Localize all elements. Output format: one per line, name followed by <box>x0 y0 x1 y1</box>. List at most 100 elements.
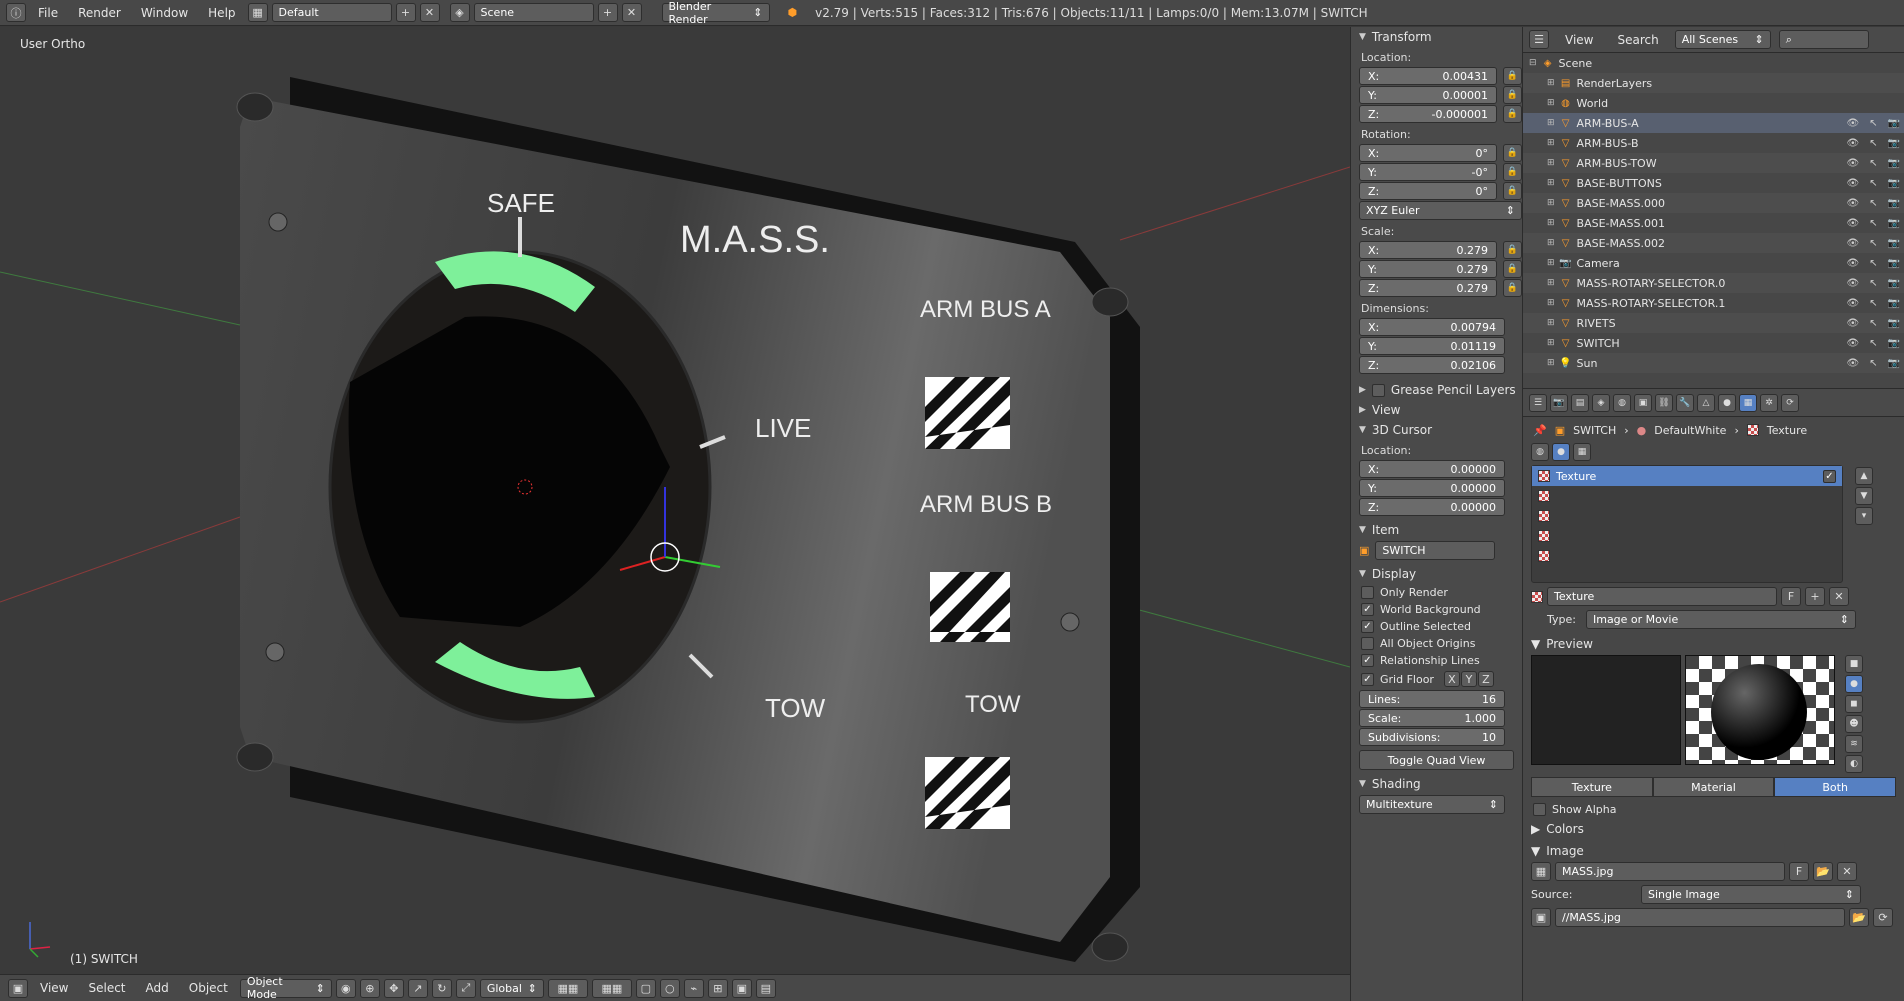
outliner-row[interactable]: ⊞ ▽ SWITCH 👁 ↖ 📷 <box>1523 333 1904 353</box>
lock-icon[interactable]: 🔒 <box>1503 86 1522 104</box>
expand-icon[interactable]: ⊞ <box>1547 78 1555 88</box>
visibility-eye-icon[interactable]: 👁 <box>1846 158 1859 169</box>
render-camera-icon[interactable]: 📷 <box>1888 278 1900 289</box>
translate-icon[interactable]: ↗ <box>407 978 428 998</box>
pack-icon[interactable]: ▣ <box>1531 908 1551 927</box>
render-tab-icon[interactable]: 📷 <box>1550 393 1568 412</box>
checkbox[interactable] <box>1533 803 1546 816</box>
texture-slot-1[interactable]: Texture ✓ <box>1532 466 1842 486</box>
expand-icon[interactable]: ⊞ <box>1547 238 1555 248</box>
texture-tab-icon[interactable]: ▦ <box>1739 393 1757 412</box>
panel-grease-pencil-header[interactable]: ▶ Grease Pencil Layers <box>1351 380 1522 400</box>
material-texture-icon[interactable]: ● <box>1552 443 1570 461</box>
object-tab-icon[interactable]: ▣ <box>1634 393 1652 412</box>
snap-icon[interactable]: ⌁ <box>683 978 704 998</box>
render-camera-icon[interactable]: 📷 <box>1888 298 1900 309</box>
image-source-select[interactable]: Single Image ⇕ <box>1641 885 1861 904</box>
scale-x-field[interactable]: X: 0.279 <box>1359 241 1497 259</box>
expand-icon[interactable]: ⊞ <box>1547 138 1555 148</box>
expand-icon[interactable]: ⊞ <box>1547 98 1555 108</box>
cursor-y-field[interactable]: Y: 0.00000 <box>1359 479 1505 497</box>
world-texture-icon[interactable]: ◍ <box>1531 443 1549 461</box>
3d-viewport[interactable]: SAFE M.A.S.S. LIVE TOW ARM BUS A ARM BUS… <box>0 27 1350 974</box>
select-arrow-icon[interactable]: ↖ <box>1869 338 1877 349</box>
preview-mode-material[interactable]: Material <box>1652 777 1775 797</box>
preview-sphere-icon[interactable]: ● <box>1845 675 1863 693</box>
check-grid-floor[interactable]: ✓ Grid Floor X Y Z <box>1351 669 1522 689</box>
layout-icon[interactable]: ▦ <box>247 3 268 22</box>
preview-mode-texture[interactable]: Texture <box>1531 777 1653 797</box>
render-icon[interactable]: ▣ <box>731 978 752 998</box>
location-z-field[interactable]: Z: -0.000001 <box>1359 105 1497 123</box>
layers-tab-icon[interactable]: ▤ <box>1571 393 1589 412</box>
rotation-y-field[interactable]: Y: -0° <box>1359 163 1497 181</box>
visibility-eye-icon[interactable]: 👁 <box>1846 218 1859 229</box>
render-camera-icon[interactable]: 📷 <box>1888 198 1900 209</box>
image-path-field[interactable]: //MASS.jpg <box>1555 908 1845 927</box>
visibility-eye-icon[interactable]: 👁 <box>1846 178 1859 189</box>
select-arrow-icon[interactable]: ↖ <box>1869 198 1877 209</box>
preview-flat-icon[interactable]: ■ <box>1845 655 1863 673</box>
world-tab-icon[interactable]: ◍ <box>1613 393 1631 412</box>
select-arrow-icon[interactable]: ↖ <box>1869 298 1877 309</box>
outliner-menu-view[interactable]: View <box>1557 33 1601 47</box>
physics-tab-icon[interactable]: ⟳ <box>1781 393 1799 412</box>
expand-icon[interactable]: ⊟ <box>1529 58 1537 68</box>
expand-icon[interactable]: ⊞ <box>1547 258 1555 268</box>
select-arrow-icon[interactable]: ↖ <box>1869 178 1877 189</box>
outliner-row[interactable]: ⊞ ◍ World <box>1523 93 1904 113</box>
outliner-search-input[interactable]: ⌕ <box>1778 30 1869 49</box>
layers-grid-icon[interactable]: ▦▦ <box>547 978 588 998</box>
grid-axis-y-toggle[interactable]: Y <box>1460 671 1477 687</box>
panel-view-header[interactable]: ▶ View <box>1351 400 1522 420</box>
grid-axis-z-toggle[interactable]: Z <box>1477 671 1494 687</box>
manipulator-toggle-icon[interactable]: ✥ <box>383 978 404 998</box>
expand-icon[interactable]: ⊞ <box>1547 278 1555 288</box>
image-name-field[interactable]: MASS.jpg <box>1555 862 1785 881</box>
panel-3d-cursor-header[interactable]: ▼ 3D Cursor <box>1351 420 1522 440</box>
dim-y-field[interactable]: Y: 0.01119 <box>1359 337 1505 355</box>
visibility-eye-icon[interactable]: 👁 <box>1846 138 1859 149</box>
colors-panel-header[interactable]: ▶ Colors <box>1523 818 1904 840</box>
texture-slot-2[interactable] <box>1532 486 1842 506</box>
scale-icon[interactable]: ⤢ <box>455 978 476 998</box>
outliner-row[interactable]: ⊞ ▽ ARM-BUS-B 👁 ↖ 📷 <box>1523 133 1904 153</box>
lock-icon[interactable]: 🔒 <box>1503 67 1522 85</box>
render-camera-icon[interactable]: 📷 <box>1888 138 1900 149</box>
grid-scale-field[interactable]: Scale: 1.000 <box>1359 709 1505 727</box>
visibility-eye-icon[interactable]: 👁 <box>1846 278 1859 289</box>
check-world-background[interactable]: ✓ World Background <box>1351 601 1522 618</box>
check-outline-selected[interactable]: ✓ Outline Selected <box>1351 618 1522 635</box>
panel-transform-header[interactable]: ▼ Transform <box>1351 27 1522 47</box>
check-show-alpha[interactable]: Show Alpha <box>1523 801 1904 818</box>
visibility-eye-icon[interactable]: 👁 <box>1846 198 1859 209</box>
render-engine-select[interactable]: Blender Render ⇕ <box>661 0 770 26</box>
outliner-row[interactable]: ⊞ 💡 Sun 👁 ↖ 📷 <box>1523 353 1904 373</box>
preview-mode-both[interactable]: Both <box>1774 777 1897 797</box>
checkbox[interactable] <box>1361 586 1374 599</box>
visibility-eye-icon[interactable]: 👁 <box>1846 318 1859 329</box>
render-camera-icon[interactable]: 📷 <box>1888 178 1900 189</box>
select-arrow-icon[interactable]: ↖ <box>1869 278 1877 289</box>
checkbox-checked[interactable]: ✓ <box>1361 620 1374 633</box>
menu-file[interactable]: File <box>30 6 66 20</box>
checkbox-checked[interactable]: ✓ <box>1823 469 1836 483</box>
menu-select[interactable]: Select <box>80 981 133 995</box>
shading-mode-select[interactable]: Multitexture ⇕ <box>1359 795 1505 814</box>
expand-icon[interactable]: ⊞ <box>1547 118 1555 128</box>
outliner-row[interactable]: ⊞ ▽ BASE-MASS.000 👁 ↖ 📷 <box>1523 193 1904 213</box>
fake-user-button[interactable]: F <box>1789 862 1809 881</box>
scene-icon[interactable]: ◈ <box>449 3 470 22</box>
select-arrow-icon[interactable]: ↖ <box>1869 218 1877 229</box>
location-x-field[interactable]: X: 0.00431 <box>1359 67 1497 85</box>
outliner-row[interactable]: ⊞ ▽ BASE-MASS.001 👁 ↖ 📷 <box>1523 213 1904 233</box>
grid-subdivisions-field[interactable]: Subdivisions: 10 <box>1359 728 1505 746</box>
texture-slot-3[interactable] <box>1532 506 1842 526</box>
outliner-row[interactable]: ⊞ ▽ ARM-BUS-A 👁 ↖ 📷 <box>1523 113 1904 133</box>
check-only-render[interactable]: Only Render <box>1351 584 1522 601</box>
outliner-filter-select[interactable]: All Scenes ⇕ <box>1674 30 1771 49</box>
checkbox-checked[interactable]: ✓ <box>1361 654 1374 667</box>
lock-icon[interactable]: 🔒 <box>1503 241 1522 259</box>
rotate-icon[interactable]: ↻ <box>431 978 452 998</box>
panel-item-header[interactable]: ▼ Item <box>1351 520 1522 540</box>
